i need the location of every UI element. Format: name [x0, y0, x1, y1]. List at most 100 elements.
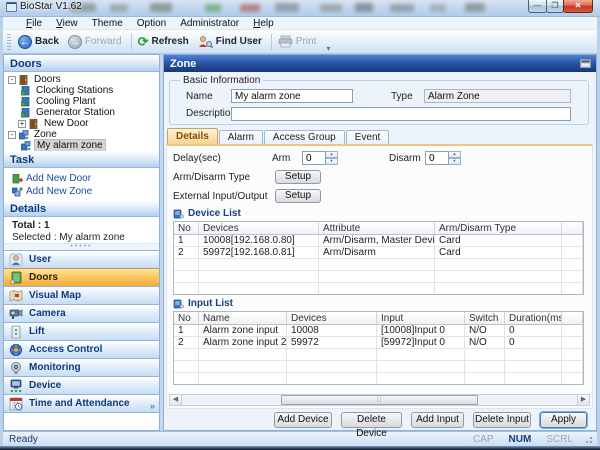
- minimize-button[interactable]: —: [528, 0, 547, 13]
- find-user-button[interactable]: Find User: [195, 33, 268, 51]
- zone-panel-header: Zone: [164, 55, 596, 72]
- sidebar-splitter[interactable]: •••••: [4, 243, 159, 250]
- arm-disarm-setup-button[interactable]: Setup: [275, 170, 321, 184]
- collapse-icon[interactable]: -: [8, 131, 16, 139]
- tree-item-new-door[interactable]: + New Door: [8, 118, 159, 129]
- horizontal-scrollbar[interactable]: ◀ ⁞⁞ ▶: [169, 394, 590, 406]
- resize-grip[interactable]: [583, 434, 593, 444]
- delete-device-button[interactable]: Delete Device: [341, 412, 402, 428]
- menu-theme[interactable]: Theme: [85, 18, 130, 29]
- basic-information-group: Basic Information Name Type Description: [169, 80, 589, 125]
- col-switch[interactable]: Switch: [465, 312, 505, 325]
- tab-details[interactable]: Details: [167, 128, 218, 144]
- add-input-button[interactable]: Add Input: [411, 412, 464, 428]
- col-duration[interactable]: Duration(ms): [505, 312, 562, 325]
- cell: 10008: [287, 325, 377, 336]
- tree-label: New Door: [42, 118, 90, 129]
- device-row-2[interactable]: 2 59972[192.168.0.81] Arm/Disarm Card: [174, 247, 583, 259]
- tree-item-my-alarm-zone[interactable]: My alarm zone: [8, 140, 159, 151]
- scrollbar-track[interactable]: ⁞⁞: [182, 395, 577, 405]
- col-attribute[interactable]: Attribute: [319, 222, 435, 235]
- collapse-icon[interactable]: -: [8, 76, 16, 84]
- monitoring-icon: [9, 361, 23, 375]
- add-device-button[interactable]: Add Device: [274, 412, 332, 428]
- device-list-label: Device List: [188, 208, 241, 219]
- door-icon: [29, 119, 39, 129]
- input-row-2[interactable]: 2 Alarm zone input 2 59972 [59972]Input …: [174, 337, 583, 349]
- arm-spin-up-icon[interactable]: ▲: [326, 151, 338, 158]
- nav-item-access-control[interactable]: Access Control: [4, 340, 159, 358]
- zone-body: Basic Information Name Type Description …: [164, 72, 596, 430]
- nav-item-visual-map[interactable]: Visual Map: [4, 286, 159, 304]
- col-no[interactable]: No: [174, 312, 199, 325]
- disarm-spin-down-icon[interactable]: ▼: [449, 158, 461, 165]
- input-row-1[interactable]: 1 Alarm zone input 10008 [10008]Input 0 …: [174, 325, 583, 337]
- input-row-empty: [174, 349, 583, 361]
- back-button[interactable]: ← Back: [15, 33, 65, 51]
- scrollbar-thumb[interactable]: ⁞⁞: [281, 395, 479, 405]
- nav-configure-icon[interactable]: »: [150, 401, 155, 411]
- col-no[interactable]: No: [174, 222, 199, 235]
- name-input[interactable]: [231, 89, 353, 103]
- undock-icon[interactable]: [580, 59, 591, 68]
- menu-view[interactable]: View: [49, 18, 85, 29]
- arm-input[interactable]: [302, 151, 326, 165]
- nav-item-doors[interactable]: Doors: [4, 268, 159, 286]
- tree-item-generator-station[interactable]: Generator Station: [8, 107, 159, 118]
- tab-access-group[interactable]: Access Group: [264, 130, 345, 144]
- tab-alarm[interactable]: Alarm: [219, 130, 263, 144]
- biostar-window: BioStar V1.62 — ❐ ✕ File View Theme Opti…: [0, 0, 600, 450]
- nav-item-time-attendance[interactable]: Time and Attendance: [4, 394, 159, 412]
- forward-button[interactable]: → Forward: [65, 33, 128, 51]
- toolbar-overflow-icon[interactable]: ▾: [322, 44, 334, 53]
- col-devices[interactable]: Devices: [287, 312, 377, 325]
- col-name[interactable]: Name: [199, 312, 287, 325]
- menu-file[interactable]: File: [19, 18, 49, 29]
- col-devices[interactable]: Devices: [199, 222, 319, 235]
- add-new-door-link[interactable]: Add New Door: [12, 172, 159, 185]
- close-button[interactable]: ✕: [563, 0, 593, 13]
- toolbar-grip[interactable]: [7, 34, 11, 50]
- nav-item-device[interactable]: Device: [4, 376, 159, 394]
- basic-information-label: Basic Information: [180, 75, 263, 86]
- scroll-left-icon[interactable]: ◀: [170, 395, 182, 405]
- menu-option[interactable]: Option: [130, 18, 173, 29]
- nav-item-lift[interactable]: Lift: [4, 322, 159, 340]
- menu-help[interactable]: Help: [246, 18, 281, 29]
- description-input[interactable]: [231, 107, 571, 121]
- input-list-title: Input List: [173, 298, 233, 309]
- arm-spin-down-icon[interactable]: ▼: [326, 158, 338, 165]
- delete-input-button[interactable]: Delete Input: [473, 412, 531, 428]
- disarm-spin-up-icon[interactable]: ▲: [449, 151, 461, 158]
- nav-label: Doors: [29, 272, 58, 283]
- cell: Alarm zone input 2: [199, 337, 287, 348]
- maximize-button[interactable]: ❐: [546, 0, 564, 13]
- nav-label: Time and Attendance: [29, 398, 130, 409]
- door-icon: [19, 75, 29, 85]
- col-armdisarm-type[interactable]: Arm/Disarm Type: [435, 222, 562, 235]
- tree-item-doors[interactable]: - Doors: [8, 74, 159, 85]
- menu-administrator[interactable]: Administrator: [173, 18, 246, 29]
- device-row-1[interactable]: 1 10008[192.168.0.80] Arm/Disarm, Master…: [174, 235, 583, 247]
- col-input[interactable]: Input: [377, 312, 465, 325]
- external-io-setup-button[interactable]: Setup: [275, 189, 321, 203]
- expand-icon[interactable]: +: [18, 120, 26, 128]
- scroll-right-icon[interactable]: ▶: [577, 395, 589, 405]
- tab-event[interactable]: Event: [346, 130, 390, 144]
- input-row-empty: [174, 373, 583, 384]
- add-new-zone-link[interactable]: Add New Zone: [12, 185, 159, 198]
- sidebar-details-header: Details: [4, 200, 159, 217]
- cell: N/O: [465, 325, 505, 336]
- nav-label: Camera: [29, 308, 66, 319]
- nav-item-camera[interactable]: Camera: [4, 304, 159, 322]
- nav-item-monitoring[interactable]: Monitoring: [4, 358, 159, 376]
- disarm-input[interactable]: [425, 151, 449, 165]
- nav-item-user[interactable]: User: [4, 250, 159, 268]
- title-bar[interactable]: BioStar V1.62 — ❐ ✕: [0, 0, 600, 17]
- tree-item-cooling-plant[interactable]: Cooling Plant: [8, 96, 159, 107]
- tree-item-clocking-stations[interactable]: Clocking Stations: [8, 85, 159, 96]
- door-station-icon: [21, 97, 31, 107]
- refresh-button[interactable]: ⟳ Refresh: [135, 34, 195, 50]
- print-button[interactable]: Print: [275, 33, 323, 50]
- apply-button[interactable]: Apply: [540, 412, 587, 428]
